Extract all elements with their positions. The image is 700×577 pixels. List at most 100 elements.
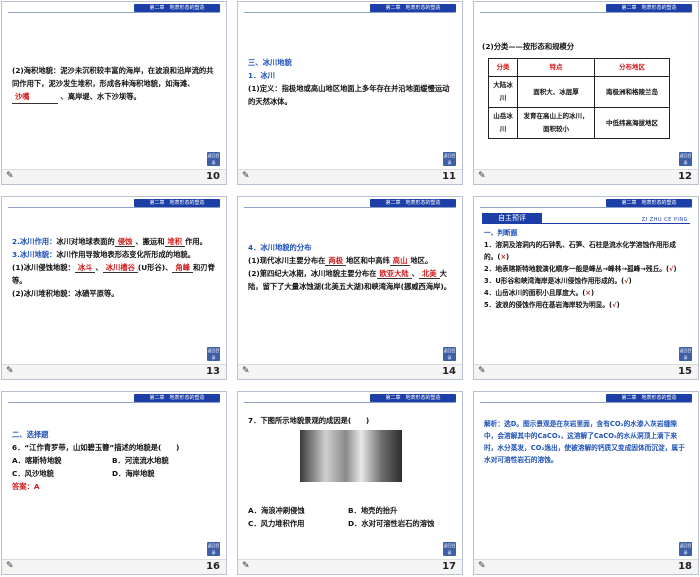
back-to-contents-button[interactable]: 返回目录 [443, 152, 456, 166]
table-cell: 大陆冰川 [488, 76, 518, 108]
section-title: 三、冰川地貌 [248, 58, 292, 67]
question-text: 7．下图所示地貌景观的成因是( ) [248, 416, 370, 425]
answer-blank: 冰斗 [74, 263, 96, 273]
back-to-contents-button[interactable]: 返回目录 [679, 152, 692, 166]
answer-blank: 两极 [325, 256, 347, 266]
slide-footer: ✎ 14 [238, 364, 462, 379]
text-line: (1)冰川侵蚀地貌： [12, 263, 75, 272]
answer-blank: 堆积 [164, 237, 186, 247]
option-a[interactable]: A．喀斯特地貌 [12, 454, 112, 467]
back-to-contents-button[interactable]: 返回目录 [207, 347, 220, 361]
section-title: 一、判断题 [484, 229, 518, 237]
banner-divider [482, 223, 690, 224]
slide-thumbnail-icon: ✎ [6, 561, 14, 571]
answer-text: 答案：A [12, 482, 40, 491]
slide-15[interactable]: 第二章 地表形态的塑造 自主预评 ZI ZHU CE PING 一、判断题 1．… [473, 196, 699, 380]
table-row: 大陆冰川 面积大、冰层厚 南极洲和格陵兰岛 [488, 76, 670, 108]
slide-number: 10 [206, 171, 220, 182]
section-title: 二、选择题 [12, 430, 49, 439]
table-row: 山岳冰川 发育在高山上的冰川，面积较小 中低纬高海拔地区 [488, 107, 670, 139]
item-number: 2. [12, 237, 20, 246]
slide-18[interactable]: 第二章 地表形态的塑造 解析：选D。图示景观是在灰岩里面，含有CO₂的水渗入灰岩… [473, 391, 699, 575]
slide-13[interactable]: 第二章 地表形态的塑造 2.冰川作用：冰川对地球表面的 侵蚀 、搬运和 堆积 作用。 3… [1, 196, 227, 380]
answer-blank: 欧亚大陆 [376, 269, 412, 279]
chapter-header: 第二章 地表形态的塑造 [134, 394, 220, 402]
slide-number: 12 [678, 171, 692, 182]
answer-blank: 高山 [389, 256, 411, 266]
slide-thumbnail-icon: ✎ [242, 171, 250, 181]
answer-blank: 角峰 [172, 263, 193, 273]
table-header: 特点 [517, 58, 595, 77]
slide-16[interactable]: 第二章 地表形态的塑造 二、选择题 6．“江作青罗带，山如碧玉簪”描述的地貌是(… [1, 391, 227, 575]
slide-number: 13 [206, 366, 220, 377]
answer-blank: 沙嘴 [12, 90, 58, 104]
header-divider [244, 12, 456, 13]
option-c[interactable]: C．风沙地貌 [12, 467, 112, 480]
table-cell: 南极洲和格陵兰岛 [594, 76, 670, 108]
text-line: 作用。 [185, 237, 207, 246]
slide-thumbnail-icon: ✎ [242, 366, 250, 376]
slide-12[interactable]: 第二章 地表形态的塑造 (2)分类——按形态和规模分 分类 特点 分布地区 大陆… [473, 1, 699, 185]
option-b[interactable]: B．地壳的抬升 [348, 504, 397, 517]
text-line: (U形谷)、 [137, 263, 173, 272]
slide-10[interactable]: 第二章 地表形态的塑造 (2)海积地貌：泥沙未沉积较丰富的海岸，在波浪和沿岸流的… [1, 1, 227, 185]
back-to-contents-button[interactable]: 返回目录 [207, 542, 220, 556]
option-d[interactable]: D．海岸地貌 [112, 467, 155, 480]
text-line: 、 [411, 269, 419, 278]
table-cell: 山岳冰川 [488, 107, 518, 139]
back-to-contents-button[interactable]: 返回目录 [679, 347, 692, 361]
list-item: 5．波浪的侵蚀作用在基岩海岸较为明显。(√) [484, 301, 620, 309]
option-c[interactable]: C．风力堆积作用 [248, 517, 348, 530]
header-divider [8, 207, 220, 208]
answer-blank: 北美 [418, 269, 440, 279]
answer-blank: 侵蚀 [114, 237, 136, 247]
header-divider [8, 402, 220, 403]
text-line: 地区和中高纬 [346, 256, 390, 265]
analysis-text: 解析：选D。图示景观是在灰岩里面，含有CO₂的水渗入灰岩缝隙中，会溶解其中的Ca… [484, 420, 685, 464]
slide-11[interactable]: 第二章 地表形态的塑造 三、冰川地貌 1．冰川 (1)定义：指极地或高山地区地面… [237, 1, 463, 185]
glacier-classification-table: 分类 特点 分布地区 大陆冰川 面积大、冰层厚 南极洲和格陵兰岛 山岳冰川 发育… [488, 58, 670, 139]
option-b[interactable]: B．河流流水地貌 [112, 454, 169, 467]
back-to-contents-button[interactable]: 返回目录 [443, 542, 456, 556]
text-line: 、搬运和 [135, 237, 165, 246]
chapter-header: 第二章 地表形态的塑造 [370, 199, 456, 207]
slide-footer: ✎ 11 [238, 169, 462, 184]
table-header: 分类 [488, 58, 518, 77]
chapter-header: 第二章 地表形态的塑造 [134, 199, 220, 207]
slide-footer: ✎ 17 [238, 559, 462, 574]
slide-footer: ✎ 13 [2, 364, 226, 379]
slide-thumbnail-icon: ✎ [6, 171, 14, 181]
table-cell: 发育在高山上的冰川，面积较小 [517, 107, 595, 139]
option-a[interactable]: A．海浪冲刷侵蚀 [248, 504, 348, 517]
list-item: 2．地表喀斯特地貌演化顺序一般是峰丛→峰林→孤峰→残丘。(√) [484, 265, 677, 273]
slide-number: 17 [442, 561, 456, 572]
option-d[interactable]: D．水对可溶性岩石的溶蚀 [348, 517, 434, 530]
slide-thumbnail-icon: ✎ [478, 561, 486, 571]
slide-17[interactable]: 第二章 地表形态的塑造 7．下图所示地貌景观的成因是( ) A．海浪冲刷侵蚀 B… [237, 391, 463, 575]
slide-thumbnail-icon: ✎ [478, 171, 486, 181]
chapter-header: 第二章 地表形态的塑造 [370, 394, 456, 402]
back-to-contents-button[interactable]: 返回目录 [443, 347, 456, 361]
answer-blank: 冰川槽谷 [102, 263, 138, 273]
table-caption: (2)分类——按形态和规模分 [482, 42, 575, 51]
back-to-contents-button[interactable]: 返回目录 [207, 152, 220, 166]
cave-landscape-photo [300, 430, 402, 482]
chapter-header: 第二章 地表形态的塑造 [606, 394, 692, 402]
text-line: (2)冰川堆积地貌：冰碛平原等。 [12, 289, 119, 298]
slide-number: 18 [678, 561, 692, 572]
slide-thumbnail-icon: ✎ [478, 366, 486, 376]
section-title: 4．冰川地貌的分布 [248, 243, 312, 252]
header-divider [480, 12, 692, 13]
slide-footer: ✎ 15 [474, 364, 698, 379]
text-line: (2)第四纪大冰期，冰川地貌主要分布在 [248, 269, 377, 278]
header-divider [244, 402, 456, 403]
slide-number: 14 [442, 366, 456, 377]
list-item: 1．溶洞及溶洞内的石钟乳、石笋、石柱是流水化学溶蚀作用形成的。(×) [484, 241, 676, 261]
table-header: 分布地区 [594, 58, 670, 77]
item-number: 3. [12, 250, 20, 259]
text-line: 地区。 [410, 256, 433, 265]
slide-footer: ✎ 12 [474, 169, 698, 184]
slide-number: 15 [678, 366, 692, 377]
back-to-contents-button[interactable]: 返回目录 [679, 542, 692, 556]
slide-14[interactable]: 第二章 地表形态的塑造 4．冰川地貌的分布 (1)现代冰川主要分布在 两极 地区和中… [237, 196, 463, 380]
